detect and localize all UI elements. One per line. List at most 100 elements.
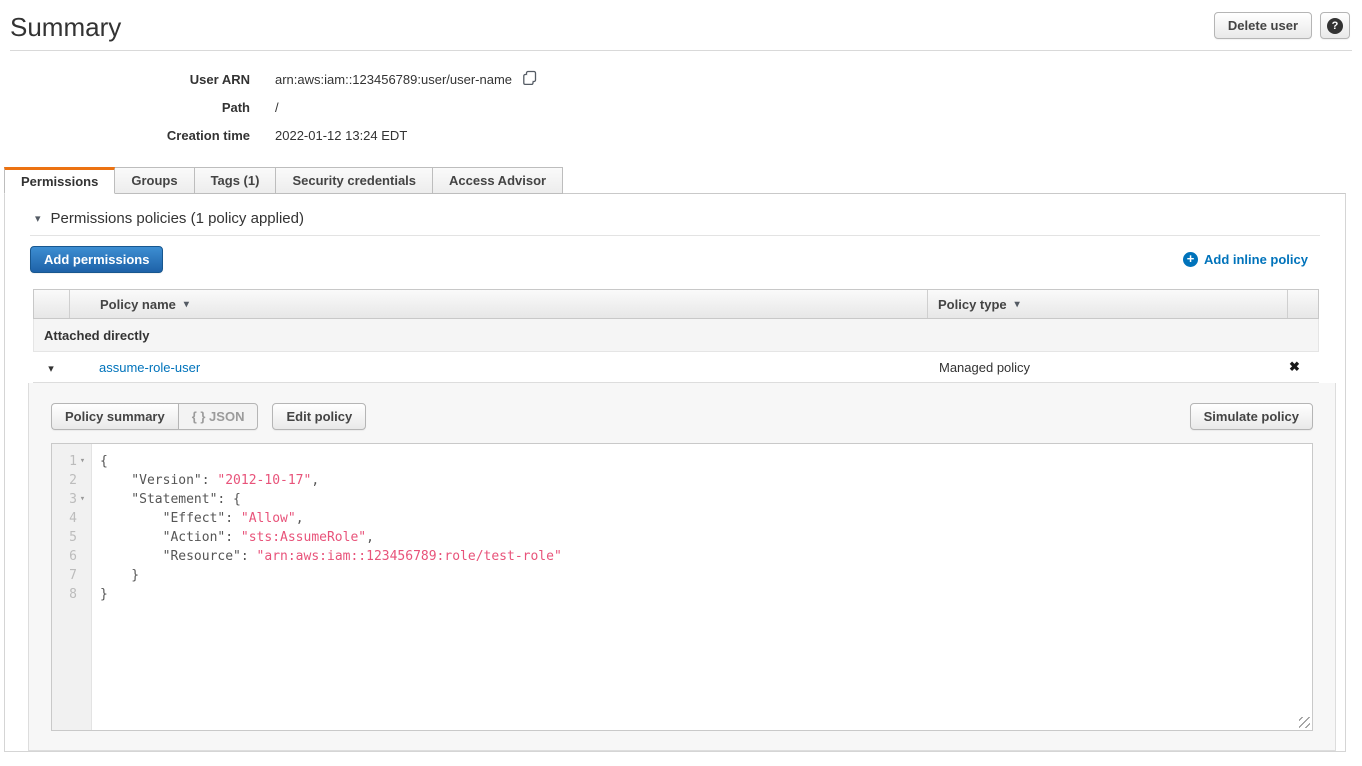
code-line: "Action": "sts:AssumeRole",: [100, 528, 1312, 547]
tab-bar: Permissions Groups Tags (1) Security cre…: [4, 167, 1362, 194]
header-actions: Delete user ?: [1214, 12, 1352, 39]
copy-icon[interactable]: [522, 70, 538, 89]
code-line: "Resource": "arn:aws:iam::123456789:role…: [100, 547, 1312, 566]
creation-time-value: 2022-01-12 13:24 EDT: [275, 128, 407, 143]
detach-cell: ✖: [1289, 359, 1319, 375]
page-title: Summary: [10, 12, 121, 42]
fold-caret-icon[interactable]: ▾: [77, 452, 88, 471]
row-expand-caret-icon[interactable]: ▾: [48, 363, 54, 375]
tab-security-credentials[interactable]: Security credentials: [276, 167, 433, 194]
code-text: ,: [311, 473, 319, 488]
gutter-row: 3▾: [52, 490, 91, 509]
gutter-row: 5: [52, 528, 91, 547]
code-line: {: [100, 452, 1312, 471]
attached-directly-group-row: Attached directly: [33, 319, 1319, 352]
code-line: "Version": "2012-10-17",: [100, 471, 1312, 490]
question-icon: ?: [1327, 18, 1343, 34]
user-arn-value: arn:aws:iam::123456789:user/user-name: [275, 70, 538, 89]
gutter-row: 7: [52, 566, 91, 585]
gutter-row: 6: [52, 547, 91, 566]
view-toggle-group: Policy summary { } JSON: [51, 403, 258, 430]
editor-code-area[interactable]: { "Version": "2012-10-17", "Statement": …: [92, 444, 1312, 730]
fold-caret-icon[interactable]: ▾: [77, 490, 88, 509]
permissions-tab-panel: ▾ Permissions policies (1 policy applied…: [4, 193, 1346, 752]
tab-tags[interactable]: Tags (1): [195, 167, 277, 194]
iam-user-summary-page: Summary Delete user ? User ARN arn:aws:i…: [0, 0, 1362, 766]
policy-detail-panel: Policy summary { } JSON Edit policy Simu…: [28, 383, 1336, 751]
policy-type-cell: Managed policy: [929, 360, 1289, 375]
code-string: "Allow": [241, 511, 296, 526]
section-divider: [30, 235, 1320, 236]
tab-access-advisor[interactable]: Access Advisor: [433, 167, 563, 194]
policy-name-column-header[interactable]: Policy name ▾: [70, 290, 928, 318]
tab-groups[interactable]: Groups: [115, 167, 194, 194]
policy-json-editor[interactable]: 1▾ 2 3▾ 4 5 6 7 8 { "Version": "2012-10-…: [51, 443, 1313, 731]
policy-type-header-label: Policy type: [938, 297, 1007, 312]
line-number: 8: [69, 585, 77, 604]
policy-name-cell: assume-role-user: [69, 360, 929, 375]
actions-column-header: [1288, 290, 1318, 318]
policy-summary-button[interactable]: Policy summary: [51, 403, 178, 430]
code-line: }: [100, 566, 1312, 585]
path-label: Path: [0, 100, 250, 115]
select-column-header: [34, 290, 70, 318]
editor-resize-handle[interactable]: [1299, 717, 1310, 728]
policy-name-link[interactable]: assume-role-user: [99, 360, 200, 375]
permissions-policies-heading: ▾ Permissions policies (1 policy applied…: [5, 194, 1345, 235]
permissions-policies-title: Permissions policies (1 policy applied): [51, 210, 304, 227]
add-inline-policy-link[interactable]: + Add inline policy: [1183, 252, 1320, 267]
code-string: "sts:AssumeRole": [241, 530, 366, 545]
code-text: "Action":: [100, 530, 241, 545]
path-value: /: [275, 100, 279, 115]
user-arn-text: arn:aws:iam::123456789:user/user-name: [275, 72, 512, 87]
header-divider: [10, 50, 1352, 51]
tab-permissions[interactable]: Permissions: [4, 167, 115, 194]
creation-time-label: Creation time: [0, 128, 250, 143]
code-text: }: [100, 568, 139, 583]
policy-detail-toolbar: Policy summary { } JSON Edit policy Simu…: [51, 403, 1313, 430]
delete-user-button[interactable]: Delete user: [1214, 12, 1312, 39]
editor-line-number-gutter: 1▾ 2 3▾ 4 5 6 7 8: [52, 444, 92, 730]
code-line: "Statement": {: [100, 490, 1312, 509]
detach-policy-icon[interactable]: ✖: [1289, 359, 1300, 374]
code-text: }: [100, 587, 108, 602]
code-text: ,: [366, 530, 374, 545]
edit-policy-button[interactable]: Edit policy: [272, 403, 366, 430]
policy-table-row: ▾ assume-role-user Managed policy ✖: [33, 352, 1319, 383]
line-number: 5: [69, 528, 77, 547]
collapse-caret-icon[interactable]: ▾: [35, 212, 41, 225]
user-arn-label: User ARN: [0, 72, 250, 87]
add-permissions-button[interactable]: Add permissions: [30, 246, 163, 273]
page-header: Summary Delete user ?: [0, 0, 1362, 42]
user-arn-row: User ARN arn:aws:iam::123456789:user/use…: [0, 65, 1362, 93]
gutter-row: 4: [52, 509, 91, 528]
policy-table: Policy name ▾ Policy type ▾ Attached dir…: [33, 289, 1319, 383]
code-string: "2012-10-17": [217, 473, 311, 488]
policy-type-column-header[interactable]: Policy type ▾: [928, 290, 1288, 318]
path-row: Path /: [0, 93, 1362, 121]
gutter-row: 2: [52, 471, 91, 490]
simulate-policy-button[interactable]: Simulate policy: [1190, 403, 1313, 430]
policy-name-header-label: Policy name: [100, 297, 176, 312]
code-text: ,: [296, 511, 304, 526]
row-expand-cell: ▾: [33, 360, 69, 375]
code-text: "Version":: [100, 473, 217, 488]
code-line: "Effect": "Allow",: [100, 509, 1312, 528]
line-number: 2: [69, 471, 77, 490]
line-number: 1: [69, 452, 77, 471]
plus-circle-icon: +: [1183, 252, 1198, 267]
line-number: 7: [69, 566, 77, 585]
creation-time-row: Creation time 2022-01-12 13:24 EDT: [0, 121, 1362, 149]
policy-table-header: Policy name ▾ Policy type ▾: [33, 289, 1319, 319]
json-view-button[interactable]: { } JSON: [178, 403, 259, 430]
sort-caret-icon: ▾: [1015, 299, 1020, 310]
code-text: "Resource":: [100, 549, 257, 564]
summary-fields: User ARN arn:aws:iam::123456789:user/use…: [0, 65, 1362, 149]
line-number: 6: [69, 547, 77, 566]
policy-view-buttons: Policy summary { } JSON Edit policy: [51, 403, 366, 430]
code-text: "Statement": {: [100, 492, 241, 507]
help-button[interactable]: ?: [1320, 12, 1350, 39]
gutter-row: 8: [52, 585, 91, 604]
line-number: 4: [69, 509, 77, 528]
code-text: {: [100, 454, 108, 469]
